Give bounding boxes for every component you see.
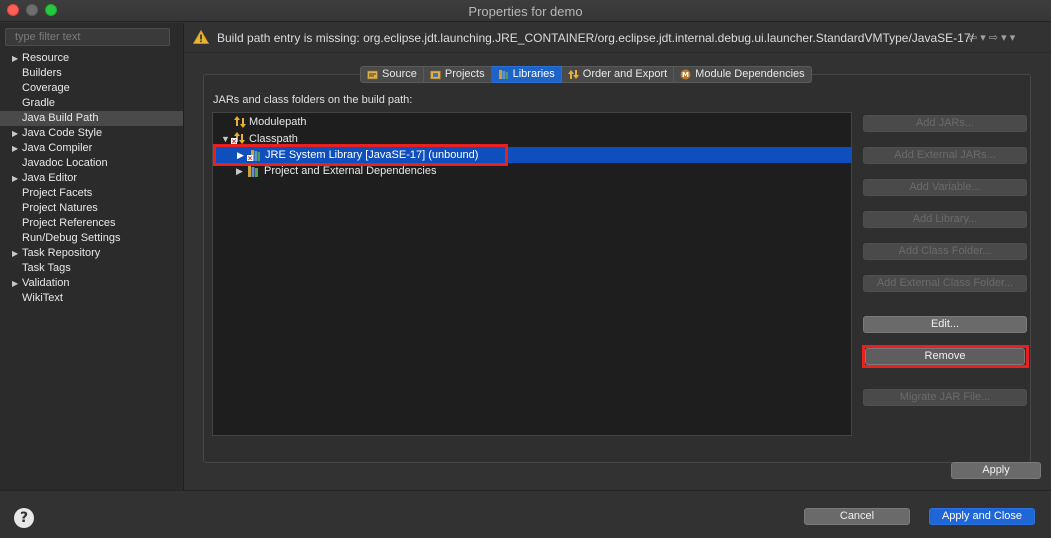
expand-arrow-icon[interactable]: ▶ (12, 246, 18, 261)
libraries-icon (498, 70, 508, 79)
sidebar-item-label: Resource (22, 52, 70, 64)
sidebar-item-javadoc-location[interactable]: Javadoc Location (0, 156, 183, 171)
expand-arrow-icon[interactable]: ▶ (12, 141, 18, 156)
expand-arrow-icon[interactable]: ▶ (12, 51, 18, 66)
sidebar-item-label: Coverage (22, 82, 70, 94)
tab-label: Source (382, 68, 417, 80)
sidebar-item-project-natures[interactable]: Project Natures (0, 201, 183, 216)
sidebar-item-label: Java Code Style (22, 127, 103, 139)
sidebar-item-label: Builders (22, 67, 62, 79)
sidebar-item-label: Java Compiler (22, 142, 93, 154)
sidebar-item-java-code-style[interactable]: ▶ Java Code Style (0, 126, 183, 141)
svg-text:M: M (682, 71, 689, 79)
history-nav-buttons[interactable]: ⇦ ▾ ⇨ ▾ ▾ (968, 31, 1015, 44)
build-path-tabs: Source Projects Libraries Order and Expo… (360, 66, 812, 83)
source-folder-icon (367, 70, 378, 80)
highlight-frame-remove (862, 345, 1029, 368)
sidebar-item-java-compiler[interactable]: ▶ Java Compiler (0, 141, 183, 156)
sidebar-item-label: WikiText (22, 292, 63, 304)
sidebar-item-label: Java Editor (22, 172, 78, 184)
tab-label: Order and Export (582, 68, 668, 80)
add-variable-button[interactable]: Add Variable... (863, 179, 1027, 196)
sidebar-item-label: Java Build Path (22, 112, 99, 124)
tab-label: Module Dependencies (695, 68, 805, 80)
tab-source[interactable]: Source (360, 66, 424, 83)
tab-order-and-export[interactable]: Order and Export (561, 66, 675, 83)
filter-input[interactable]: type filter text (5, 28, 170, 46)
sidebar-item-project-references[interactable]: Project References (0, 216, 183, 231)
expand-arrow-icon[interactable]: ▶ (12, 171, 18, 186)
expand-arrow-icon[interactable]: ▶ (12, 126, 18, 141)
preference-tree: ▶ Resource Builders Coverage Gradle Java … (0, 51, 183, 306)
projects-icon (430, 70, 441, 80)
sidebar-item-label: Project Natures (22, 202, 98, 214)
tab-label: Libraries (512, 68, 555, 80)
highlight-frame-jre (213, 144, 508, 166)
apply-button[interactable]: Apply (951, 462, 1041, 479)
build-path-label: JARs and class folders on the build path… (213, 94, 413, 106)
tab-libraries[interactable]: Libraries (491, 66, 562, 83)
sidebar-item-java-editor[interactable]: ▶ Java Editor (0, 171, 183, 186)
sidebar-item-coverage[interactable]: Coverage (0, 81, 183, 96)
property-page: Build path entry is missing: org.eclipse… (185, 23, 1051, 490)
tab-label: Projects (444, 68, 485, 80)
preference-tree-panel: type filter text ▶ Resource Builders Cove… (0, 23, 184, 490)
sidebar-item-task-tags[interactable]: Task Tags (0, 261, 183, 276)
sidebar-item-label: Run/Debug Settings (22, 232, 121, 244)
title-bar: Properties for demo (0, 0, 1051, 22)
add-jars-button[interactable]: Add JARs... (863, 115, 1027, 132)
modulepath-icon (234, 116, 246, 128)
cancel-button[interactable]: Cancel (804, 508, 910, 525)
sidebar-item-gradle[interactable]: Gradle (0, 96, 183, 111)
warning-icon (193, 30, 209, 44)
add-external-jars-button[interactable]: Add External JARs... (863, 147, 1027, 164)
sidebar-item-resource[interactable]: ▶ Resource (0, 51, 183, 66)
expand-arrow-icon[interactable]: ▶ (12, 276, 18, 291)
sidebar-item-project-facets[interactable]: Project Facets (0, 186, 183, 201)
add-library-button[interactable]: Add Library... (863, 211, 1027, 228)
sidebar-item-wikitext[interactable]: WikiText (0, 291, 183, 306)
sidebar-item-task-repository[interactable]: ▶ Task Repository (0, 246, 183, 261)
sidebar-item-label: Project References (22, 217, 116, 229)
migrate-jar-button[interactable]: Migrate JAR File... (863, 389, 1027, 406)
sidebar-item-label: Task Repository (22, 247, 101, 259)
classpath-icon: × (231, 132, 245, 145)
add-external-class-folder-button[interactable]: Add External Class Folder... (863, 275, 1027, 292)
warning-message: Build path entry is missing: org.eclipse… (217, 31, 974, 45)
apply-and-close-button[interactable]: Apply and Close (929, 508, 1035, 525)
sidebar-item-label: Gradle (22, 97, 56, 109)
library-icon (248, 166, 258, 177)
order-export-icon (567, 70, 579, 79)
sidebar-item-run-debug-settings[interactable]: Run/Debug Settings (0, 231, 183, 246)
tree-item-modulepath[interactable]: Modulepath (213, 114, 813, 130)
sidebar-item-validation[interactable]: ▶ Validation (0, 276, 183, 291)
sidebar-item-label: Project Facets (22, 187, 93, 199)
sidebar-item-java-build-path[interactable]: Java Build Path (0, 111, 183, 126)
add-class-folder-button[interactable]: Add Class Folder... (863, 243, 1027, 260)
tab-module-dependencies[interactable]: M Module Dependencies (674, 66, 812, 83)
sidebar-item-builders[interactable]: Builders (0, 66, 183, 81)
tree-item-label: Modulepath (249, 116, 307, 128)
dialog-button-bar: ? Cancel Apply and Close (0, 490, 1051, 538)
sidebar-item-label: Task Tags (22, 262, 71, 274)
help-icon[interactable]: ? (14, 508, 34, 528)
window-title: Properties for demo (468, 4, 583, 19)
tab-projects[interactable]: Projects (423, 66, 492, 83)
sidebar-item-label: Validation (22, 277, 70, 289)
module-icon: M (680, 69, 691, 80)
edit-button[interactable]: Edit... (863, 316, 1027, 333)
warning-banner: Build path entry is missing: org.eclipse… (185, 23, 1051, 53)
sidebar-item-label: Javadoc Location (22, 157, 108, 169)
